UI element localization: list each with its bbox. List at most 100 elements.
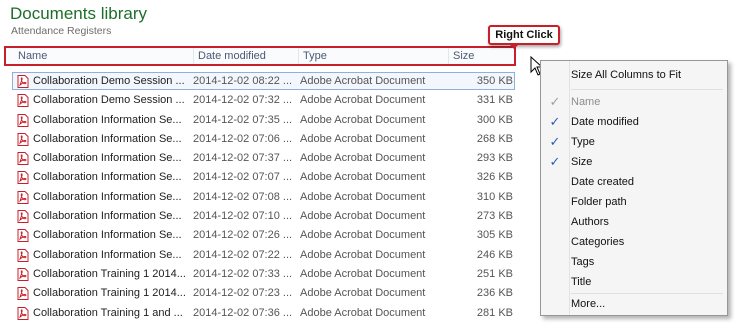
file-date-modified: 2014-12-02 07:23 ... [193, 287, 293, 300]
file-row[interactable]: Collaboration Information Se... 2014-12-0… [0, 168, 520, 187]
menu-item-label: Date created [571, 176, 634, 188]
file-size: 273 KB [476, 210, 513, 223]
file-size: 251 KB [476, 267, 513, 280]
file-row[interactable]: Collaboration Information Se... 2014-12-0… [0, 207, 520, 226]
callout-pointer [508, 43, 520, 49]
menu-item-tags[interactable]: Tags [541, 252, 727, 272]
file-type: Adobe Acrobat Document [300, 210, 426, 223]
file-date-modified: 2014-12-02 07:37 ... [193, 152, 293, 165]
file-size: 236 KB [476, 287, 513, 300]
menu-item-label: Authors [571, 216, 609, 228]
pdf-icon [17, 210, 29, 224]
menu-item-authors[interactable]: Authors [541, 212, 727, 232]
pdf-icon [17, 287, 29, 301]
check-icon: ✓ [549, 134, 561, 149]
file-name: Collaboration Training 1 2014... [33, 267, 185, 280]
file-size: 300 KB [476, 113, 513, 126]
right-click-callout: Right Click [488, 25, 560, 45]
file-date-modified: 2014-12-02 07:32 ... [193, 94, 293, 107]
file-size: 331 KB [476, 94, 513, 107]
file-date-modified: 2014-12-02 07:06 ... [193, 132, 293, 145]
column-header-bar[interactable]: Name Date modified Type Size [4, 46, 516, 66]
file-type: Adobe Acrobat Document [300, 94, 426, 107]
file-type: Adobe Acrobat Document [300, 75, 426, 87]
library-title: Documents library [10, 4, 147, 23]
menu-item-type[interactable]: ✓ Type [541, 132, 727, 152]
file-row[interactable]: Collaboration Demo Session ... 2014-12-02… [0, 91, 520, 110]
menu-item-label: Date modified [571, 116, 639, 128]
menu-item-label: Folder path [571, 196, 627, 208]
file-name: Collaboration Information Se... [33, 113, 182, 126]
file-row[interactable]: Collaboration Information Se... 2014-12-0… [0, 149, 520, 168]
pdf-icon [17, 75, 29, 88]
file-size: 326 KB [476, 171, 513, 184]
file-row[interactable]: Collaboration Training 1 2014... 2014-12-… [0, 284, 520, 303]
file-name: Collaboration Training 1 and ... [33, 306, 183, 319]
check-icon: ✓ [549, 114, 561, 129]
pdf-icon [17, 113, 29, 127]
pdf-icon [17, 229, 29, 243]
file-row[interactable]: Collaboration Training 1 and ... 2014-12-… [0, 304, 520, 323]
menu-item-date-modified[interactable]: ✓ Date modified [541, 112, 727, 132]
file-name: Collaboration Information Se... [33, 171, 182, 184]
column-header-name[interactable]: Name [14, 48, 194, 64]
menu-item-folder-path[interactable]: Folder path [541, 192, 727, 212]
file-row[interactable]: Collaboration Demo Session ... 2014-12-02… [0, 72, 520, 91]
column-context-menu: Size All Columns to Fit ✓ Name ✓ Date modif… [540, 60, 728, 316]
file-date-modified: 2014-12-02 07:35 ... [193, 113, 293, 126]
file-size: 305 KB [476, 229, 513, 242]
menu-item-label: Name [571, 96, 601, 108]
file-date-modified: 2014-12-02 07:26 ... [193, 229, 293, 242]
menu-item-label: Size All Columns to Fit [571, 69, 682, 81]
file-type: Adobe Acrobat Document [300, 248, 426, 261]
file-size: 246 KB [476, 248, 513, 261]
library-subtitle[interactable]: Attendance Registers [11, 25, 111, 37]
file-size: 350 KB [476, 75, 513, 87]
pdf-icon [17, 171, 29, 185]
file-name: Collaboration Training 1 2014... [33, 287, 185, 300]
file-size: 281 KB [476, 306, 513, 319]
file-size: 310 KB [476, 190, 513, 203]
menu-item-title[interactable]: Title [541, 272, 727, 292]
file-row[interactable]: Collaboration Information Se... 2014-12-0… [0, 188, 520, 207]
menu-item-name: ✓ Name [541, 92, 727, 112]
menu-item-size[interactable]: ✓ Size [541, 152, 727, 172]
pdf-icon [17, 152, 29, 166]
file-row[interactable]: Collaboration Information Se... 2014-12-0… [0, 246, 520, 265]
file-name: Collaboration Demo Session ... [33, 94, 185, 107]
column-header-date-modified[interactable]: Date modified [193, 48, 298, 64]
file-type: Adobe Acrobat Document [300, 267, 426, 280]
file-name: Collaboration Information Se... [33, 210, 182, 223]
file-type: Adobe Acrobat Document [300, 132, 426, 145]
file-name: Collaboration Information Se... [33, 152, 182, 165]
file-type: Adobe Acrobat Document [300, 190, 426, 203]
menu-separator [571, 89, 723, 90]
menu-item-size-all-columns[interactable]: Size All Columns to Fit [541, 65, 727, 85]
file-type: Adobe Acrobat Document [300, 152, 426, 165]
menu-item-label: Tags [571, 256, 595, 268]
menu-item-date-created[interactable]: Date created [541, 172, 727, 192]
menu-item-more[interactable]: More... [541, 294, 727, 314]
file-name: Collaboration Information Se... [33, 132, 182, 145]
menu-item-label: Type [571, 136, 595, 148]
pdf-icon [17, 94, 29, 108]
check-icon: ✓ [549, 154, 561, 169]
file-type: Adobe Acrobat Document [300, 287, 426, 300]
file-row[interactable]: Collaboration Training 1 2014... 2014-12-… [0, 265, 520, 284]
pdf-icon [17, 248, 29, 262]
menu-item-label: Title [571, 276, 592, 288]
pdf-icon [17, 306, 29, 320]
file-date-modified: 2014-12-02 07:22 ... [193, 248, 293, 261]
column-header-size[interactable]: Size [448, 48, 514, 64]
column-header-type[interactable]: Type [298, 48, 448, 64]
file-row[interactable]: Collaboration Information Se... 2014-12-0… [0, 226, 520, 245]
menu-item-categories[interactable]: Categories [541, 232, 727, 252]
file-name: Collaboration Information Se... [33, 248, 182, 261]
file-name: Collaboration Demo Session ... [33, 75, 185, 87]
file-date-modified: 2014-12-02 07:07 ... [193, 171, 293, 184]
file-date-modified: 2014-12-02 07:33 ... [193, 267, 293, 280]
file-row[interactable]: Collaboration Information Se... 2014-12-0… [0, 130, 520, 149]
file-date-modified: 2014-12-02 07:10 ... [193, 210, 293, 223]
check-icon: ✓ [549, 94, 561, 109]
file-row[interactable]: Collaboration Information Se... 2014-12-0… [0, 111, 520, 130]
